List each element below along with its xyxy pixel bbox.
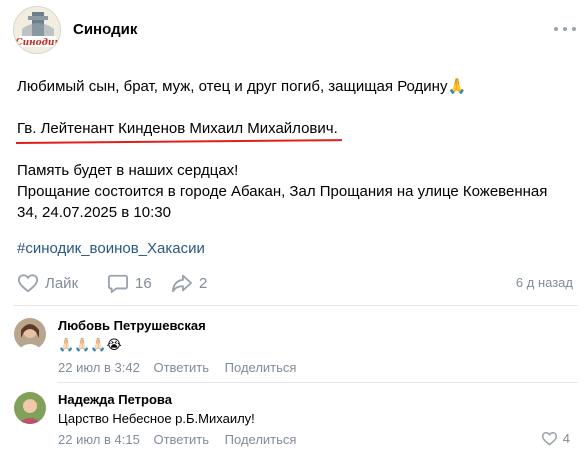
comment-icon xyxy=(108,274,128,293)
comment-date: 22 июл в 4:15 xyxy=(58,432,140,447)
heart-icon xyxy=(541,431,557,446)
channel-logo: Синодик xyxy=(14,7,61,53)
comment-meta: 22 июл в 4:15 Ответить Поделиться xyxy=(58,432,308,447)
comment-button[interactable]: 16 xyxy=(107,272,152,294)
comment-date: 22 июл в 3:42 xyxy=(58,360,140,375)
comment-text: Царство Небесное р.Б.Михаилу! xyxy=(58,411,255,426)
comment-like-button[interactable]: 4 xyxy=(541,431,570,446)
avatar[interactable] xyxy=(14,392,46,424)
underlined-name: Гв. Лейтенант Кинденов Михаил Михайлович… xyxy=(15,118,342,144)
post-header: Синодик Синодик xyxy=(13,6,578,58)
comment-author[interactable]: Любовь Петрушевская xyxy=(58,318,206,333)
comment: Любовь Петрушевская 🙏🏻🙏🏻🙏🏻😭 22 июл в 3:4… xyxy=(14,318,574,378)
comment-author[interactable]: Надежда Петрова xyxy=(58,392,172,407)
comment: Надежда Петрова Царство Небесное р.Б.Мих… xyxy=(14,392,574,452)
post-line: Прощание состоится в городе Абакан, Зал … xyxy=(17,183,548,200)
channel-name[interactable]: Синодик xyxy=(73,21,137,38)
like-label: Лайк xyxy=(45,274,79,292)
like-button[interactable]: Лайк xyxy=(17,272,78,294)
share-comment-button[interactable]: Поделиться xyxy=(225,360,297,375)
comment-meta: 22 июл в 3:42 Ответить Поделиться xyxy=(58,360,308,375)
comment-likes-count: 4 xyxy=(562,431,570,446)
post-line: Гв. Лейтенант Кинденов Михаил Михайлович… xyxy=(17,120,338,137)
comments-count: 16 xyxy=(135,274,152,292)
heart-icon xyxy=(17,274,39,293)
divider xyxy=(57,382,578,383)
post-time: 6 д назад xyxy=(515,275,573,290)
avatar[interactable] xyxy=(14,318,46,350)
post-line: Любимый сын, брат, муж, отец и друг поги… xyxy=(17,78,467,95)
share-icon xyxy=(172,274,192,293)
post-text: Любимый сын, брат, муж, отец и друг поги… xyxy=(15,76,577,223)
reply-button[interactable]: Ответить xyxy=(153,360,209,375)
hashtag-link[interactable]: #синодик_воинов_Хакасии xyxy=(17,240,205,257)
channel-avatar[interactable]: Синодик xyxy=(13,6,61,54)
comment-text: 🙏🏻🙏🏻🙏🏻😭 xyxy=(58,337,122,352)
reply-button[interactable]: Ответить xyxy=(153,432,209,447)
post-actions: Лайк 16 2 6 д назад xyxy=(17,272,577,294)
logo-lettering: Синодик xyxy=(15,38,61,48)
shares-count: 2 xyxy=(199,274,208,292)
post-line: 34, 24.07.2025 в 10:30 xyxy=(17,204,171,221)
share-comment-button[interactable]: Поделиться xyxy=(225,432,297,447)
post-line: Память будет в наших сердцах! xyxy=(17,162,239,179)
share-button[interactable]: 2 xyxy=(171,272,207,294)
divider xyxy=(13,305,578,306)
more-icon[interactable] xyxy=(554,26,576,32)
